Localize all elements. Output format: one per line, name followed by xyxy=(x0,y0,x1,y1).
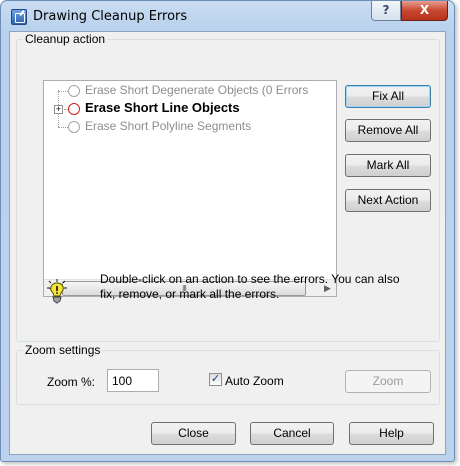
cleanup-action-legend: Cleanup action xyxy=(23,32,108,46)
remove-all-button[interactable]: Remove All xyxy=(345,119,431,142)
radio-icon xyxy=(68,121,80,133)
tree-item[interactable]: Erase Short Degenerate Objects (0 Errors xyxy=(44,82,336,100)
radio-icon xyxy=(68,85,80,97)
tree-connector xyxy=(58,127,68,128)
title-bar[interactable]: Drawing Cleanup Errors ? X xyxy=(1,1,454,31)
radio-icon xyxy=(68,103,80,115)
tree-item-label: Erase Short Degenerate Objects (0 Errors xyxy=(85,83,309,97)
tree-item-label: Erase Short Polyline Segments xyxy=(85,119,252,133)
mark-all-button[interactable]: Mark All xyxy=(345,154,431,177)
zoom-button[interactable]: Zoom xyxy=(345,370,431,393)
hint-text: Double-click on an action to see the err… xyxy=(100,272,400,301)
fix-all-button[interactable]: Fix All xyxy=(345,85,431,108)
tree-item[interactable]: + Erase Short Line Objects xyxy=(44,100,336,118)
expand-icon[interactable]: + xyxy=(54,105,63,114)
auto-zoom-checkbox[interactable]: ✓ xyxy=(209,373,222,386)
zoom-settings-legend: Zoom settings xyxy=(23,343,103,357)
next-action-button[interactable]: Next Action xyxy=(345,189,431,212)
help-button[interactable]: ? xyxy=(371,1,401,21)
cleanup-action-tree[interactable]: Erase Short Degenerate Objects (0 Errors… xyxy=(43,80,337,297)
help-dialog-button[interactable]: Help xyxy=(349,422,434,445)
lightbulb-icon xyxy=(47,279,67,304)
zoom-percent-input[interactable] xyxy=(107,369,159,392)
dialog-window: Drawing Cleanup Errors ? X Cleanup actio… xyxy=(0,0,455,462)
close-icon[interactable]: X xyxy=(401,1,448,21)
close-button[interactable]: Close xyxy=(151,422,236,445)
tree-item-label: Erase Short Line Objects xyxy=(85,100,240,115)
tree-item[interactable]: Erase Short Polyline Segments xyxy=(44,118,336,136)
tree-connector xyxy=(58,91,68,92)
cancel-button[interactable]: Cancel xyxy=(250,422,334,445)
zoom-percent-label: Zoom %: xyxy=(47,375,96,389)
dialog-client: Cleanup action Erase Short Degenerate Ob… xyxy=(9,31,446,455)
window-title: Drawing Cleanup Errors xyxy=(33,9,188,24)
auto-zoom-label[interactable]: Auto Zoom xyxy=(225,374,284,388)
app-icon xyxy=(11,9,27,25)
